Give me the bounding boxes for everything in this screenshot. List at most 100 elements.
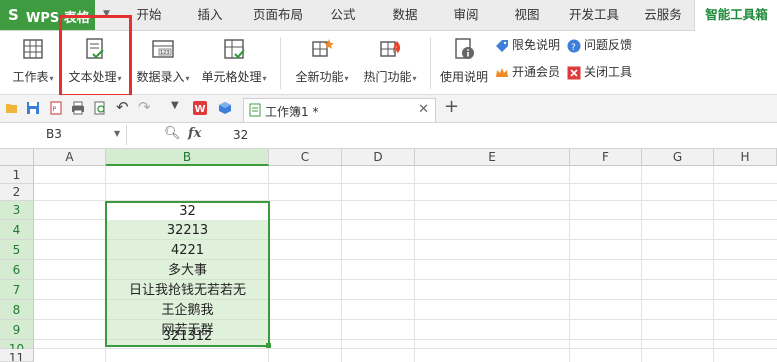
worksheet-label: 工作表 xyxy=(12,70,49,84)
usage-guide-button[interactable]: 使用说明 xyxy=(437,35,491,91)
column-header[interactable]: D xyxy=(342,149,415,166)
tab-insert[interactable]: 插入 xyxy=(189,0,231,30)
close-tools-label: 关闭工具 xyxy=(584,65,633,79)
cell-b7[interactable]: 日让我抢钱无若若无 xyxy=(106,281,269,300)
grid-line xyxy=(641,166,642,362)
column-header[interactable]: E xyxy=(415,149,570,166)
ribbon-separator xyxy=(280,37,281,89)
new-tab-icon[interactable]: + xyxy=(444,96,459,117)
cell-b6[interactable]: 多大事 xyxy=(106,261,269,280)
cell-b3[interactable]: 32 xyxy=(106,203,269,220)
fill-handle[interactable] xyxy=(266,343,271,348)
chevron-down-icon: ▾ xyxy=(344,74,349,83)
row-header[interactable]: 7 xyxy=(0,280,34,300)
tab-developer[interactable]: 开发工具 xyxy=(562,0,626,30)
customize-chevron-icon[interactable]: ▼ xyxy=(171,100,185,114)
row-header[interactable]: 11 xyxy=(0,349,34,362)
column-header[interactable]: F xyxy=(570,149,642,166)
cell-b8[interactable]: 王企鹅我 xyxy=(106,301,269,320)
tab-close-icon[interactable]: ✕ xyxy=(418,102,429,117)
cube-icon[interactable] xyxy=(218,101,232,115)
row-header[interactable]: 4 xyxy=(0,220,34,240)
tab-review[interactable]: 审阅 xyxy=(445,0,487,30)
ribbon-separator xyxy=(430,37,431,89)
open-member-label: 开通会员 xyxy=(512,65,561,79)
annotation-highlight-box xyxy=(59,15,132,97)
grid-line xyxy=(569,166,570,362)
undo-icon[interactable]: ↶ xyxy=(116,98,130,116)
hot-features-button[interactable]: 热门功能▾ xyxy=(359,35,421,91)
cell-processing-icon xyxy=(224,39,245,59)
new-features-button[interactable]: 全新功能▾ xyxy=(290,35,354,91)
grid-line xyxy=(414,166,415,362)
select-all-corner[interactable] xyxy=(0,149,34,166)
new-features-icon xyxy=(312,39,334,57)
grid-line xyxy=(34,183,777,184)
row-header[interactable]: 10 xyxy=(0,340,34,356)
open-folder-icon[interactable] xyxy=(5,101,19,115)
cell-b5[interactable]: 4221 xyxy=(106,241,269,260)
question-icon: ? xyxy=(567,39,581,53)
close-tools-link[interactable]: 关闭工具 xyxy=(567,62,632,82)
svg-text:P: P xyxy=(53,106,57,113)
export-pdf-icon[interactable]: P xyxy=(49,101,63,115)
row-header[interactable]: 2 xyxy=(0,184,34,201)
spreadsheet-doc-icon xyxy=(249,103,261,117)
wps-logo-icon: S xyxy=(8,6,19,24)
row-header[interactable]: 5 xyxy=(0,240,34,260)
chevron-down-icon: ▾ xyxy=(262,74,267,83)
worksheet-button[interactable]: 工作表▾ xyxy=(6,35,60,91)
new-features-label: 全新功能 xyxy=(295,70,344,84)
print-preview-icon[interactable] xyxy=(93,101,107,115)
chevron-down-icon: ▾ xyxy=(412,74,417,83)
formula-input[interactable]: 32 xyxy=(233,128,248,142)
column-header[interactable]: A xyxy=(34,149,106,166)
feedback-link[interactable]: ? 问题反馈 xyxy=(567,35,632,55)
crown-icon xyxy=(496,67,508,77)
tab-start[interactable]: 开始 xyxy=(128,0,170,30)
close-icon xyxy=(567,66,581,79)
svg-text:W: W xyxy=(195,104,206,115)
tab-page-layout[interactable]: 页面布局 xyxy=(245,0,311,30)
column-header[interactable]: G xyxy=(642,149,714,166)
document-tab[interactable]: 工作簿1 * ✕ xyxy=(243,98,436,122)
print-icon[interactable] xyxy=(71,101,85,115)
column-header[interactable]: H xyxy=(714,149,777,166)
name-box[interactable]: B3 ▼ xyxy=(0,125,127,145)
tab-data[interactable]: 数据 xyxy=(384,0,426,30)
row-header[interactable]: 3 xyxy=(0,201,34,220)
open-member-link[interactable]: 开通会员 xyxy=(495,62,560,82)
cell-b10[interactable]: 321312 xyxy=(106,328,269,346)
tab-cloud-service[interactable]: 云服务 xyxy=(636,0,690,30)
wps-w-icon[interactable]: W xyxy=(193,101,207,115)
cell-b4[interactable]: 32213 xyxy=(106,221,269,240)
grid-line xyxy=(713,166,714,362)
cell-processing-label: 单元格处理 xyxy=(201,70,262,84)
data-entry-icon: 123 xyxy=(152,40,174,58)
usage-guide-label: 使用说明 xyxy=(439,70,488,84)
tag-icon xyxy=(496,39,508,52)
cell-processing-button[interactable]: 单元格处理▾ xyxy=(199,35,269,91)
data-entry-button[interactable]: 123 数据录入▾ xyxy=(132,35,194,91)
row-header[interactable]: 1 xyxy=(0,166,34,184)
free-limit-label: 限免说明 xyxy=(512,38,561,52)
zoom-icon[interactable]: 🔍︎ xyxy=(164,126,181,141)
save-icon[interactable] xyxy=(26,101,40,115)
grid-line xyxy=(34,348,777,349)
fx-icon[interactable]: fx xyxy=(188,126,201,141)
tab-smart-toolbox[interactable]: 智能工具箱 xyxy=(694,0,777,31)
hot-features-label: 热门功能 xyxy=(363,70,412,84)
chevron-down-icon[interactable]: ▼ xyxy=(114,129,120,138)
column-header[interactable]: C xyxy=(269,149,342,166)
free-limit-link[interactable]: 限免说明 xyxy=(495,35,560,55)
svg-text:?: ? xyxy=(571,43,576,53)
tab-formulas[interactable]: 公式 xyxy=(322,0,364,30)
row-header[interactable]: 8 xyxy=(0,300,34,320)
column-header[interactable]: B xyxy=(106,149,269,166)
row-header[interactable]: 9 xyxy=(0,320,34,340)
tab-view[interactable]: 视图 xyxy=(506,0,548,30)
row-header[interactable]: 6 xyxy=(0,260,34,280)
data-entry-label: 数据录入 xyxy=(136,70,185,84)
document-tab-label: 工作簿1 * xyxy=(265,105,319,119)
redo-icon[interactable]: ↷ xyxy=(138,98,152,116)
